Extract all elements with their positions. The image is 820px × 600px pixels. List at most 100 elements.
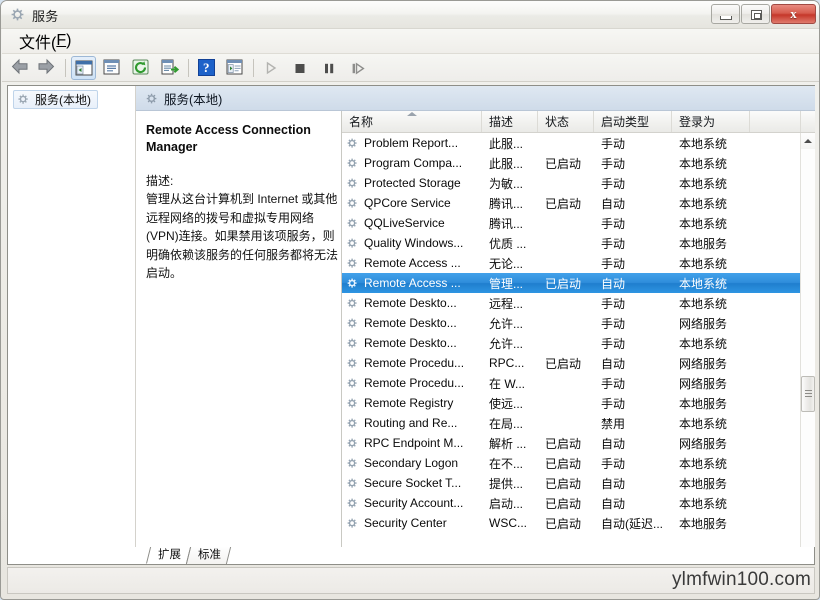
- cell-logon: 网络服务: [672, 435, 750, 452]
- service-name-text: Program Compa...: [364, 156, 462, 170]
- cell-description: 此服...: [482, 155, 538, 172]
- scroll-up-button[interactable]: [801, 133, 815, 149]
- minimize-button[interactable]: [711, 4, 740, 24]
- cell-description: 使远...: [482, 395, 538, 412]
- restart-service-button[interactable]: [346, 56, 371, 80]
- table-row[interactable]: Secondary Logon在不...已启动手动本地系统: [342, 453, 801, 473]
- description-text: 管理从这台计算机到 Internet 或其他远程网络的拨号和虚拟专用网络(VPN…: [146, 190, 338, 283]
- cell-logon: 网络服务: [672, 315, 750, 332]
- service-name-text: Remote Procedu...: [364, 356, 464, 370]
- close-icon: x: [772, 5, 815, 23]
- column-header-label: 描述: [489, 113, 513, 130]
- table-row[interactable]: Security CenterWSC...已启动自动(延迟...本地服务: [342, 513, 801, 533]
- close-button[interactable]: x: [771, 4, 816, 24]
- column-header-label: 状态: [545, 113, 569, 130]
- cell-description: 腾讯...: [482, 215, 538, 232]
- table-row[interactable]: Remote Procedu...在 W...手动网络服务: [342, 373, 801, 393]
- table-row[interactable]: Remote Registry使远...手动本地服务: [342, 393, 801, 413]
- cell-logon: 本地系统: [672, 215, 750, 232]
- cell-description: 在 W...: [482, 375, 538, 392]
- tab-standard-label: 标准: [198, 547, 221, 564]
- table-row[interactable]: Remote Access ...无论...手动本地系统: [342, 253, 801, 273]
- gear-icon: [346, 177, 359, 190]
- forward-button[interactable]: [35, 56, 60, 80]
- column-header-启动类型[interactable]: 启动类型: [594, 111, 672, 132]
- table-row[interactable]: Problem Report...此服...手动本地系统: [342, 133, 801, 153]
- column-header-label: 启动类型: [601, 113, 649, 130]
- cell-name: Remote Access ...: [342, 276, 482, 290]
- gear-icon: [346, 337, 359, 350]
- pause-service-button[interactable]: [317, 56, 342, 80]
- service-name-text: Security Account...: [364, 496, 463, 510]
- column-header-描述[interactable]: 描述: [482, 111, 538, 132]
- table-row[interactable]: Remote Procedu...RPC...已启动自动网络服务: [342, 353, 801, 373]
- service-name-text: Remote Access ...: [364, 276, 461, 290]
- list-view-button[interactable]: [223, 56, 248, 80]
- gear-icon: [17, 93, 30, 106]
- service-name-text: Remote Access ...: [364, 256, 461, 270]
- toolbar: ?: [2, 54, 820, 82]
- cell-name: Security Center: [342, 516, 482, 530]
- cell-name: Security Account...: [342, 496, 482, 510]
- gear-icon: [346, 277, 359, 290]
- cell-name: Protected Storage: [342, 176, 482, 190]
- cell-name: QPCore Service: [342, 196, 482, 210]
- console-tree-pane: 服务(本地): [8, 86, 136, 564]
- column-header-label: 登录为: [679, 113, 715, 130]
- table-row[interactable]: Secure Socket T...提供...已启动自动本地服务: [342, 473, 801, 493]
- table-row[interactable]: RPC Endpoint M...解析 ...已启动自动网络服务: [342, 433, 801, 453]
- column-header-登录为[interactable]: 登录为: [672, 111, 750, 132]
- tree-item-services-local[interactable]: 服务(本地): [13, 90, 98, 109]
- cell-name: RPC Endpoint M...: [342, 436, 482, 450]
- table-row[interactable]: Remote Deskto...远程...手动本地系统: [342, 293, 801, 313]
- start-service-button[interactable]: [259, 56, 284, 80]
- cell-status: 已启动: [538, 515, 594, 532]
- column-header-状态[interactable]: 状态: [538, 111, 594, 132]
- cell-logon: 本地系统: [672, 155, 750, 172]
- column-header-blank[interactable]: [750, 111, 801, 132]
- cell-name: QQLiveService: [342, 216, 482, 230]
- properties-button[interactable]: [100, 56, 125, 80]
- vertical-scrollbar[interactable]: [800, 133, 815, 564]
- table-row[interactable]: QPCore Service腾讯...已启动自动本地系统: [342, 193, 801, 213]
- gear-icon: [346, 237, 359, 250]
- service-name-text: Routing and Re...: [364, 416, 457, 430]
- table-row[interactable]: Security Account...启动...已启动自动本地系统: [342, 493, 801, 513]
- show-hide-tree-button[interactable]: [71, 56, 96, 80]
- cell-logon: 本地系统: [672, 415, 750, 432]
- maximize-button[interactable]: [741, 4, 770, 24]
- table-row[interactable]: Program Compa...此服...已启动手动本地系统: [342, 153, 801, 173]
- help-button[interactable]: ?: [194, 56, 219, 80]
- cell-startup: 自动: [594, 435, 672, 452]
- cell-description: 启动...: [482, 495, 538, 512]
- table-row[interactable]: Remote Deskto...允许...手动网络服务: [342, 313, 801, 333]
- gear-icon: [346, 297, 359, 310]
- table-row[interactable]: Remote Deskto...允许...手动本地系统: [342, 333, 801, 353]
- services-window: 服务 x 文件(F): [0, 0, 820, 600]
- gear-icon: [346, 257, 359, 270]
- table-row[interactable]: Routing and Re...在局...禁用本地系统: [342, 413, 801, 433]
- table-row[interactable]: Protected Storage为敏...手动本地系统: [342, 173, 801, 193]
- svg-text:?: ?: [203, 60, 210, 75]
- cell-startup: 自动: [594, 475, 672, 492]
- cell-description: 无论...: [482, 255, 538, 272]
- back-button[interactable]: [10, 56, 35, 80]
- pane-header-label: 服务(本地): [164, 89, 222, 108]
- tab-extended[interactable]: 扩展: [146, 547, 191, 564]
- export-list-button[interactable]: [158, 56, 183, 80]
- stop-service-button[interactable]: [288, 56, 313, 80]
- cell-name: Secondary Logon: [342, 456, 482, 470]
- column-header-名称[interactable]: 名称: [342, 111, 482, 132]
- tree-item-label: 服务(本地): [35, 91, 91, 108]
- scrollbar-thumb[interactable]: [801, 376, 815, 412]
- table-row[interactable]: QQLiveService腾讯...手动本地系统: [342, 213, 801, 233]
- gear-icon: [346, 157, 359, 170]
- refresh-button[interactable]: [129, 56, 154, 80]
- table-row[interactable]: Quality Windows...优质 ...手动本地服务: [342, 233, 801, 253]
- tab-standard[interactable]: 标准: [186, 547, 231, 564]
- gear-icon: [145, 92, 158, 105]
- service-name-text: Problem Report...: [364, 136, 458, 150]
- chevron-up-icon: [804, 139, 812, 143]
- cell-startup: 手动: [594, 255, 672, 272]
- table-row[interactable]: Remote Access ...管理...已启动自动本地系统: [342, 273, 801, 293]
